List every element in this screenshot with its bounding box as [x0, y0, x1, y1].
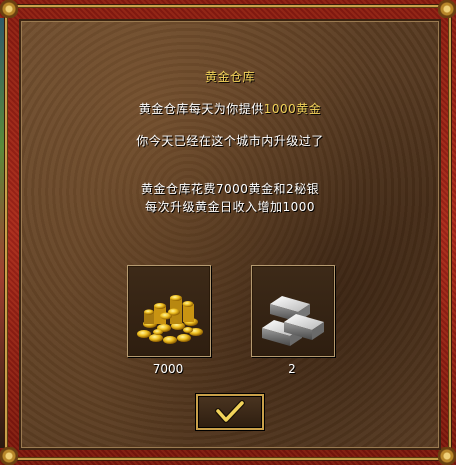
corner-ornament-icon [438, 0, 456, 18]
cost-text: 黄金仓库花费7000黄金和2秘银 [140, 182, 320, 196]
income-text: 每次升级黄金日收入增加1000 [144, 200, 316, 214]
corner-ornament-icon [0, 447, 18, 465]
checkmark-icon [215, 400, 245, 423]
ok-button[interactable] [196, 394, 264, 430]
mithril-amount: 2 [288, 362, 296, 376]
info-prefix: 黄金仓库每天为你提供 [138, 102, 264, 116]
info-amount: 1000黄金 [263, 102, 322, 116]
corner-ornament-icon [0, 0, 18, 18]
silver-bars-icon [262, 296, 324, 346]
info-line: 黄金仓库每天为你提供1000黄金 [21, 100, 439, 117]
dialog-panel: 黄金仓库 黄金仓库每天为你提供1000黄金 你今天已经在这个城市内升级过了 黄金… [19, 19, 441, 450]
resource-mithril [251, 265, 335, 357]
dialog-frame: 黄金仓库 黄金仓库每天为你提供1000黄金 你今天已经在这个城市内升级过了 黄金… [0, 0, 456, 465]
status-text: 你今天已经在这个城市内升级过了 [136, 134, 324, 148]
resource-gold [127, 265, 211, 357]
gold-amount: 7000 [152, 362, 184, 376]
background-map-strip [0, 18, 4, 448]
gold-coins-icon [137, 295, 203, 344]
dialog-title: 黄金仓库 [204, 70, 255, 84]
